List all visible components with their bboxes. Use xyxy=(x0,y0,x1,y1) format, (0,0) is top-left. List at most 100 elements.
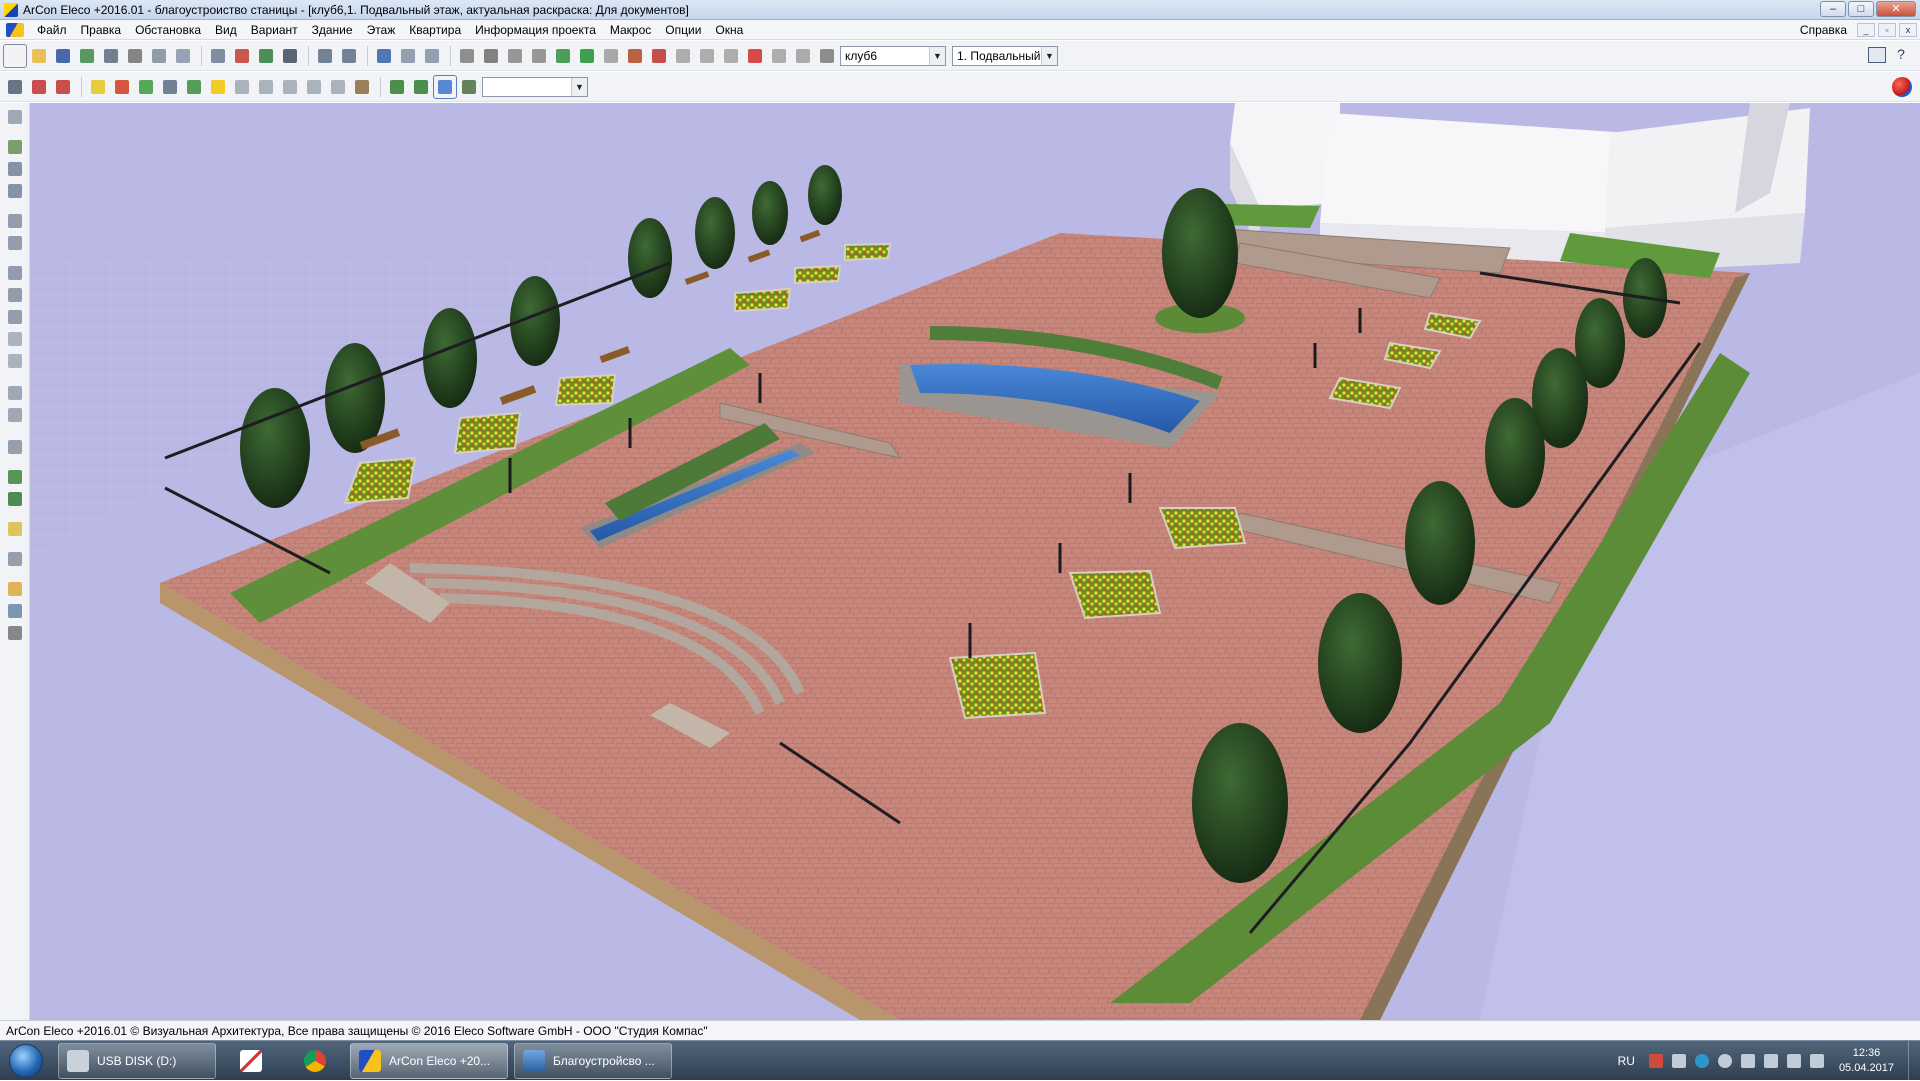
render-globe-icon[interactable] xyxy=(1892,77,1912,97)
pipette-icon[interactable] xyxy=(5,489,25,509)
support-icon[interactable] xyxy=(5,307,25,327)
menu-edit[interactable]: Правка xyxy=(74,20,129,40)
menu-furnishing[interactable]: Обстановка xyxy=(128,20,208,40)
floorplan-icon[interactable] xyxy=(207,45,229,67)
menu-view[interactable]: Вид xyxy=(208,20,244,40)
minimize-button[interactable]: – xyxy=(1820,1,1846,17)
brush-icon[interactable] xyxy=(5,467,25,487)
dormer-icon[interactable] xyxy=(672,45,694,67)
plant-icon[interactable] xyxy=(183,76,205,98)
menu-file[interactable]: Файл xyxy=(30,20,74,40)
paint-icon[interactable] xyxy=(135,76,157,98)
light-source-icon[interactable] xyxy=(744,45,766,67)
play-backward-icon[interactable] xyxy=(231,76,253,98)
column-icon[interactable] xyxy=(792,45,814,67)
skylight-icon[interactable] xyxy=(696,45,718,67)
taskbar-chrome[interactable] xyxy=(286,1043,344,1079)
menu-project-info[interactable]: Информация проекта xyxy=(468,20,603,40)
opening-icon[interactable] xyxy=(5,181,25,201)
mdi-close-button[interactable]: x xyxy=(1899,23,1917,37)
camera-icon[interactable] xyxy=(148,45,170,67)
slope-icon[interactable] xyxy=(528,45,550,67)
show-desktop-button[interactable] xyxy=(1908,1041,1920,1081)
stairs-icon[interactable] xyxy=(456,45,478,67)
building-select[interactable]: клуб6 ▼ xyxy=(840,45,946,66)
pointer-icon[interactable] xyxy=(5,107,25,127)
chevron-down-icon[interactable]: ▼ xyxy=(929,46,945,65)
menu-windows[interactable]: Окна xyxy=(708,20,750,40)
menu-options[interactable]: Опции xyxy=(658,20,708,40)
print-preview-icon[interactable] xyxy=(172,45,194,67)
beam-icon[interactable] xyxy=(768,45,790,67)
view-select[interactable]: ▼ xyxy=(482,76,588,97)
lawn-icon[interactable] xyxy=(576,45,598,67)
stairs-straight-icon[interactable] xyxy=(480,45,502,67)
chevron-down-icon[interactable]: ▼ xyxy=(571,77,587,96)
zoom-fit-icon[interactable] xyxy=(397,45,419,67)
menu-help[interactable]: Справка xyxy=(1790,23,1857,37)
action-center-flag-icon[interactable] xyxy=(1763,1054,1778,1068)
window-tool-icon[interactable] xyxy=(5,211,25,231)
arc-tool-icon[interactable] xyxy=(5,351,25,371)
persons-move-icon[interactable] xyxy=(410,76,432,98)
mdi-restore-button[interactable]: ▫ xyxy=(1878,23,1896,37)
3d-viewport[interactable] xyxy=(30,103,1920,1020)
building-red-icon[interactable] xyxy=(28,76,50,98)
network-icon[interactable] xyxy=(1671,1054,1686,1068)
walking-person-icon[interactable] xyxy=(351,76,373,98)
terrain-icon[interactable] xyxy=(552,45,574,67)
material-icon[interactable] xyxy=(5,601,25,621)
measure-icon[interactable] xyxy=(421,45,443,67)
context-help-icon[interactable]: ? xyxy=(1892,46,1910,64)
chevron-down-icon[interactable]: ▼ xyxy=(1041,46,1057,65)
menu-variant[interactable]: Вариант xyxy=(244,20,305,40)
language-indicator[interactable]: RU xyxy=(1618,1054,1635,1068)
wall-icon[interactable] xyxy=(600,45,622,67)
fast-forward-icon[interactable] xyxy=(303,76,325,98)
pencil-icon[interactable] xyxy=(111,76,133,98)
cube-icon[interactable] xyxy=(87,76,109,98)
roof-icon[interactable] xyxy=(648,45,670,67)
house-mode-icon[interactable] xyxy=(231,45,253,67)
clock[interactable]: 12:36 05.04.2017 xyxy=(1839,1046,1894,1076)
close-button[interactable]: ✕ xyxy=(1876,1,1916,17)
menu-building[interactable]: Здание xyxy=(305,20,360,40)
new-file-icon[interactable] xyxy=(3,43,27,68)
menu-floor[interactable]: Этаж xyxy=(360,20,403,40)
ramp-icon[interactable] xyxy=(504,45,526,67)
arcon-app-icon[interactable] xyxy=(4,2,18,17)
roof-tool-icon[interactable] xyxy=(5,383,25,403)
settings-tool-icon[interactable] xyxy=(5,623,25,643)
fence-icon[interactable] xyxy=(624,45,646,67)
wall-tool-icon[interactable] xyxy=(5,159,25,179)
plan-grid-icon[interactable] xyxy=(4,76,26,98)
start-button[interactable] xyxy=(0,1041,52,1081)
navigate-3d-icon[interactable] xyxy=(433,74,457,99)
document-menu-icon[interactable] xyxy=(6,22,24,37)
pause-icon[interactable] xyxy=(255,76,277,98)
camera-settings-icon[interactable] xyxy=(458,76,480,98)
antivirus-icon[interactable] xyxy=(1648,1054,1663,1068)
chimney-icon[interactable] xyxy=(720,45,742,67)
persons-icon[interactable] xyxy=(386,76,408,98)
text-tool-icon[interactable] xyxy=(5,405,25,425)
play-icon[interactable] xyxy=(279,76,301,98)
door-tool-icon[interactable] xyxy=(5,233,25,253)
skype-icon[interactable] xyxy=(1694,1054,1709,1068)
dimension-icon[interactable] xyxy=(5,285,25,305)
taskbar-usb-disk[interactable]: USB DISK (D:) xyxy=(58,1042,216,1079)
taskbar-image-viewer[interactable]: Благоустройсво ... xyxy=(514,1042,672,1079)
show-hidden-icons-icon[interactable] xyxy=(1740,1054,1755,1068)
house-3d-icon[interactable] xyxy=(52,76,74,98)
catalog-book-icon[interactable] xyxy=(1868,47,1886,63)
undo-icon[interactable] xyxy=(314,45,336,67)
sun-icon[interactable] xyxy=(207,76,229,98)
room-icon[interactable] xyxy=(5,137,25,157)
stair-tool-icon[interactable] xyxy=(5,263,25,283)
zoom-icon[interactable] xyxy=(373,45,395,67)
taskbar-mail[interactable] xyxy=(222,1043,280,1079)
switch-mode-icon[interactable] xyxy=(255,45,277,67)
mdi-minimize-button[interactable]: _ xyxy=(1857,23,1875,37)
update-icon[interactable] xyxy=(1717,1054,1732,1068)
texture-icon[interactable] xyxy=(5,519,25,539)
